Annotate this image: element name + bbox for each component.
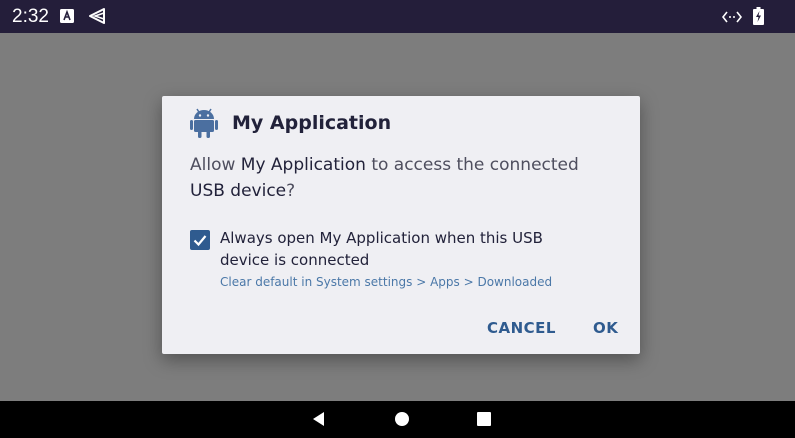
ok-button[interactable]: OK — [593, 318, 618, 338]
message-text-2: to access the connected — [365, 155, 579, 175]
always-open-label[interactable]: Always open My Application when this USB… — [220, 227, 580, 271]
status-bar: 2:32 — [0, 0, 795, 33]
always-open-checkbox[interactable] — [190, 230, 210, 250]
message-text-3: ? — [286, 181, 296, 201]
message-device: USB device — [190, 181, 287, 201]
dialog-message: Allow My Application to access the conne… — [190, 152, 610, 204]
recents-icon[interactable] — [474, 409, 494, 429]
navigation-bar — [0, 401, 795, 438]
back-icon[interactable] — [309, 409, 329, 429]
home-icon[interactable] — [392, 409, 412, 429]
a-icon — [60, 9, 74, 23]
android-icon — [190, 108, 218, 138]
checkmark-icon — [193, 235, 207, 247]
battery-charging-icon — [753, 7, 764, 25]
clear-default-hint: Clear default in System settings > Apps … — [220, 275, 553, 289]
triangle-signal-icon — [89, 8, 105, 24]
message-text-1: Allow — [190, 155, 241, 175]
cancel-button[interactable]: CANCEL — [487, 318, 556, 338]
dialog-title: My Application — [232, 112, 392, 134]
status-time: 2:32 — [12, 6, 49, 27]
message-app-name: My Application — [240, 155, 366, 175]
code-icon — [722, 11, 742, 23]
usb-permission-dialog: My Application Allow My Application to a… — [162, 96, 640, 354]
